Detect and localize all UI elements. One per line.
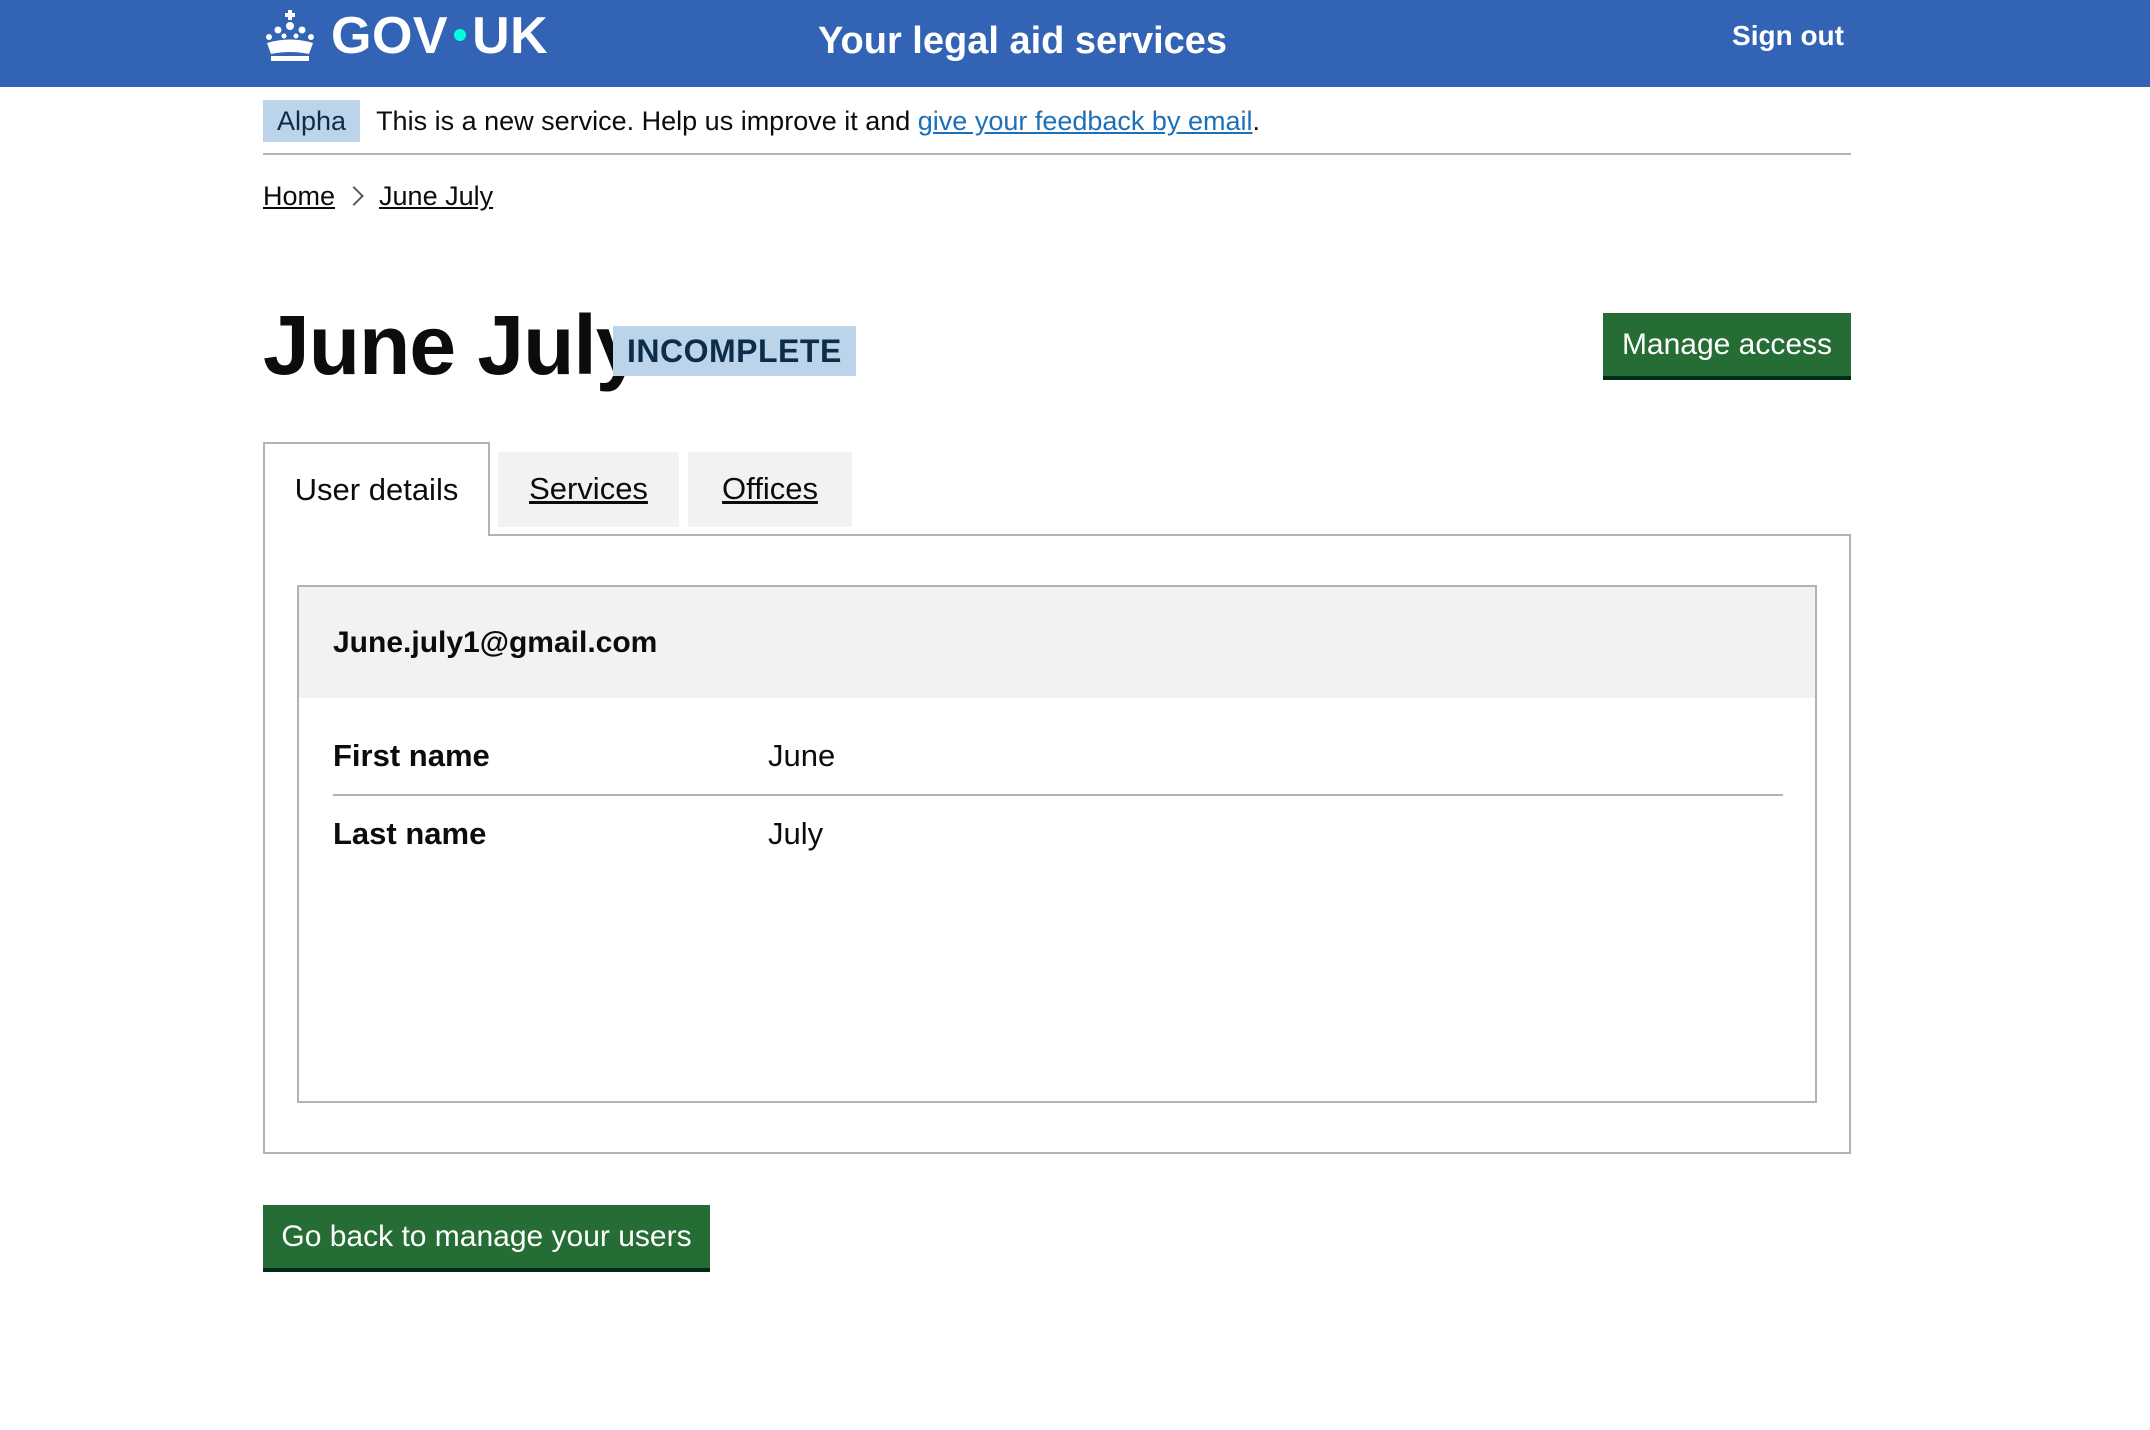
crown-icon (266, 10, 314, 61)
tab-services-label[interactable]: Services (529, 471, 648, 506)
summary-row-key: First name (333, 737, 490, 773)
summary-row-first-name: First name June (333, 717, 1783, 796)
service-name-link[interactable]: Your legal aid services (818, 16, 1227, 66)
summary-row-value: July (768, 816, 824, 851)
chevron-right-icon (344, 186, 364, 206)
sign-out-link[interactable]: Sign out (1732, 18, 1844, 54)
govuk-wordmark: GOV UK (331, 7, 549, 65)
go-back-button[interactable]: Go back to manage your users (263, 1205, 710, 1268)
phase-tag: Alpha (263, 100, 361, 142)
tab-offices[interactable]: Offices (688, 452, 852, 527)
summary-row-value: June (768, 737, 836, 773)
summary-card-header: June.july1@gmail.com (299, 587, 1815, 698)
site-header: GOV UK Your legal aid services Sign out (0, 0, 2150, 87)
breadcrumb: Home June July (263, 176, 493, 216)
tab-user-details[interactable]: User details (263, 442, 490, 536)
breadcrumb-home[interactable]: Home (263, 176, 335, 216)
summary-card: June.july1@gmail.com First name June Las… (297, 585, 1817, 1103)
summary-card-title: June.july1@gmail.com (333, 625, 658, 659)
phase-banner: Alpha This is a new service. Help us imp… (263, 100, 1851, 155)
feedback-link[interactable]: give your feedback by email (918, 106, 1253, 136)
tab-offices-label[interactable]: Offices (722, 471, 818, 506)
status-badge: INCOMPLETE (613, 326, 856, 376)
page-title: June July (263, 298, 642, 392)
summary-row-last-name: Last name July (333, 796, 1783, 872)
manage-access-button[interactable]: Manage access (1603, 313, 1851, 376)
summary-row-key: Last name (333, 816, 487, 851)
phase-banner-text: This is a new service. Help us improve i… (376, 106, 1260, 136)
breadcrumb-current[interactable]: June July (379, 176, 493, 216)
govuk-logo-link[interactable]: GOV UK (263, 6, 548, 66)
tab-services[interactable]: Services (498, 452, 679, 527)
